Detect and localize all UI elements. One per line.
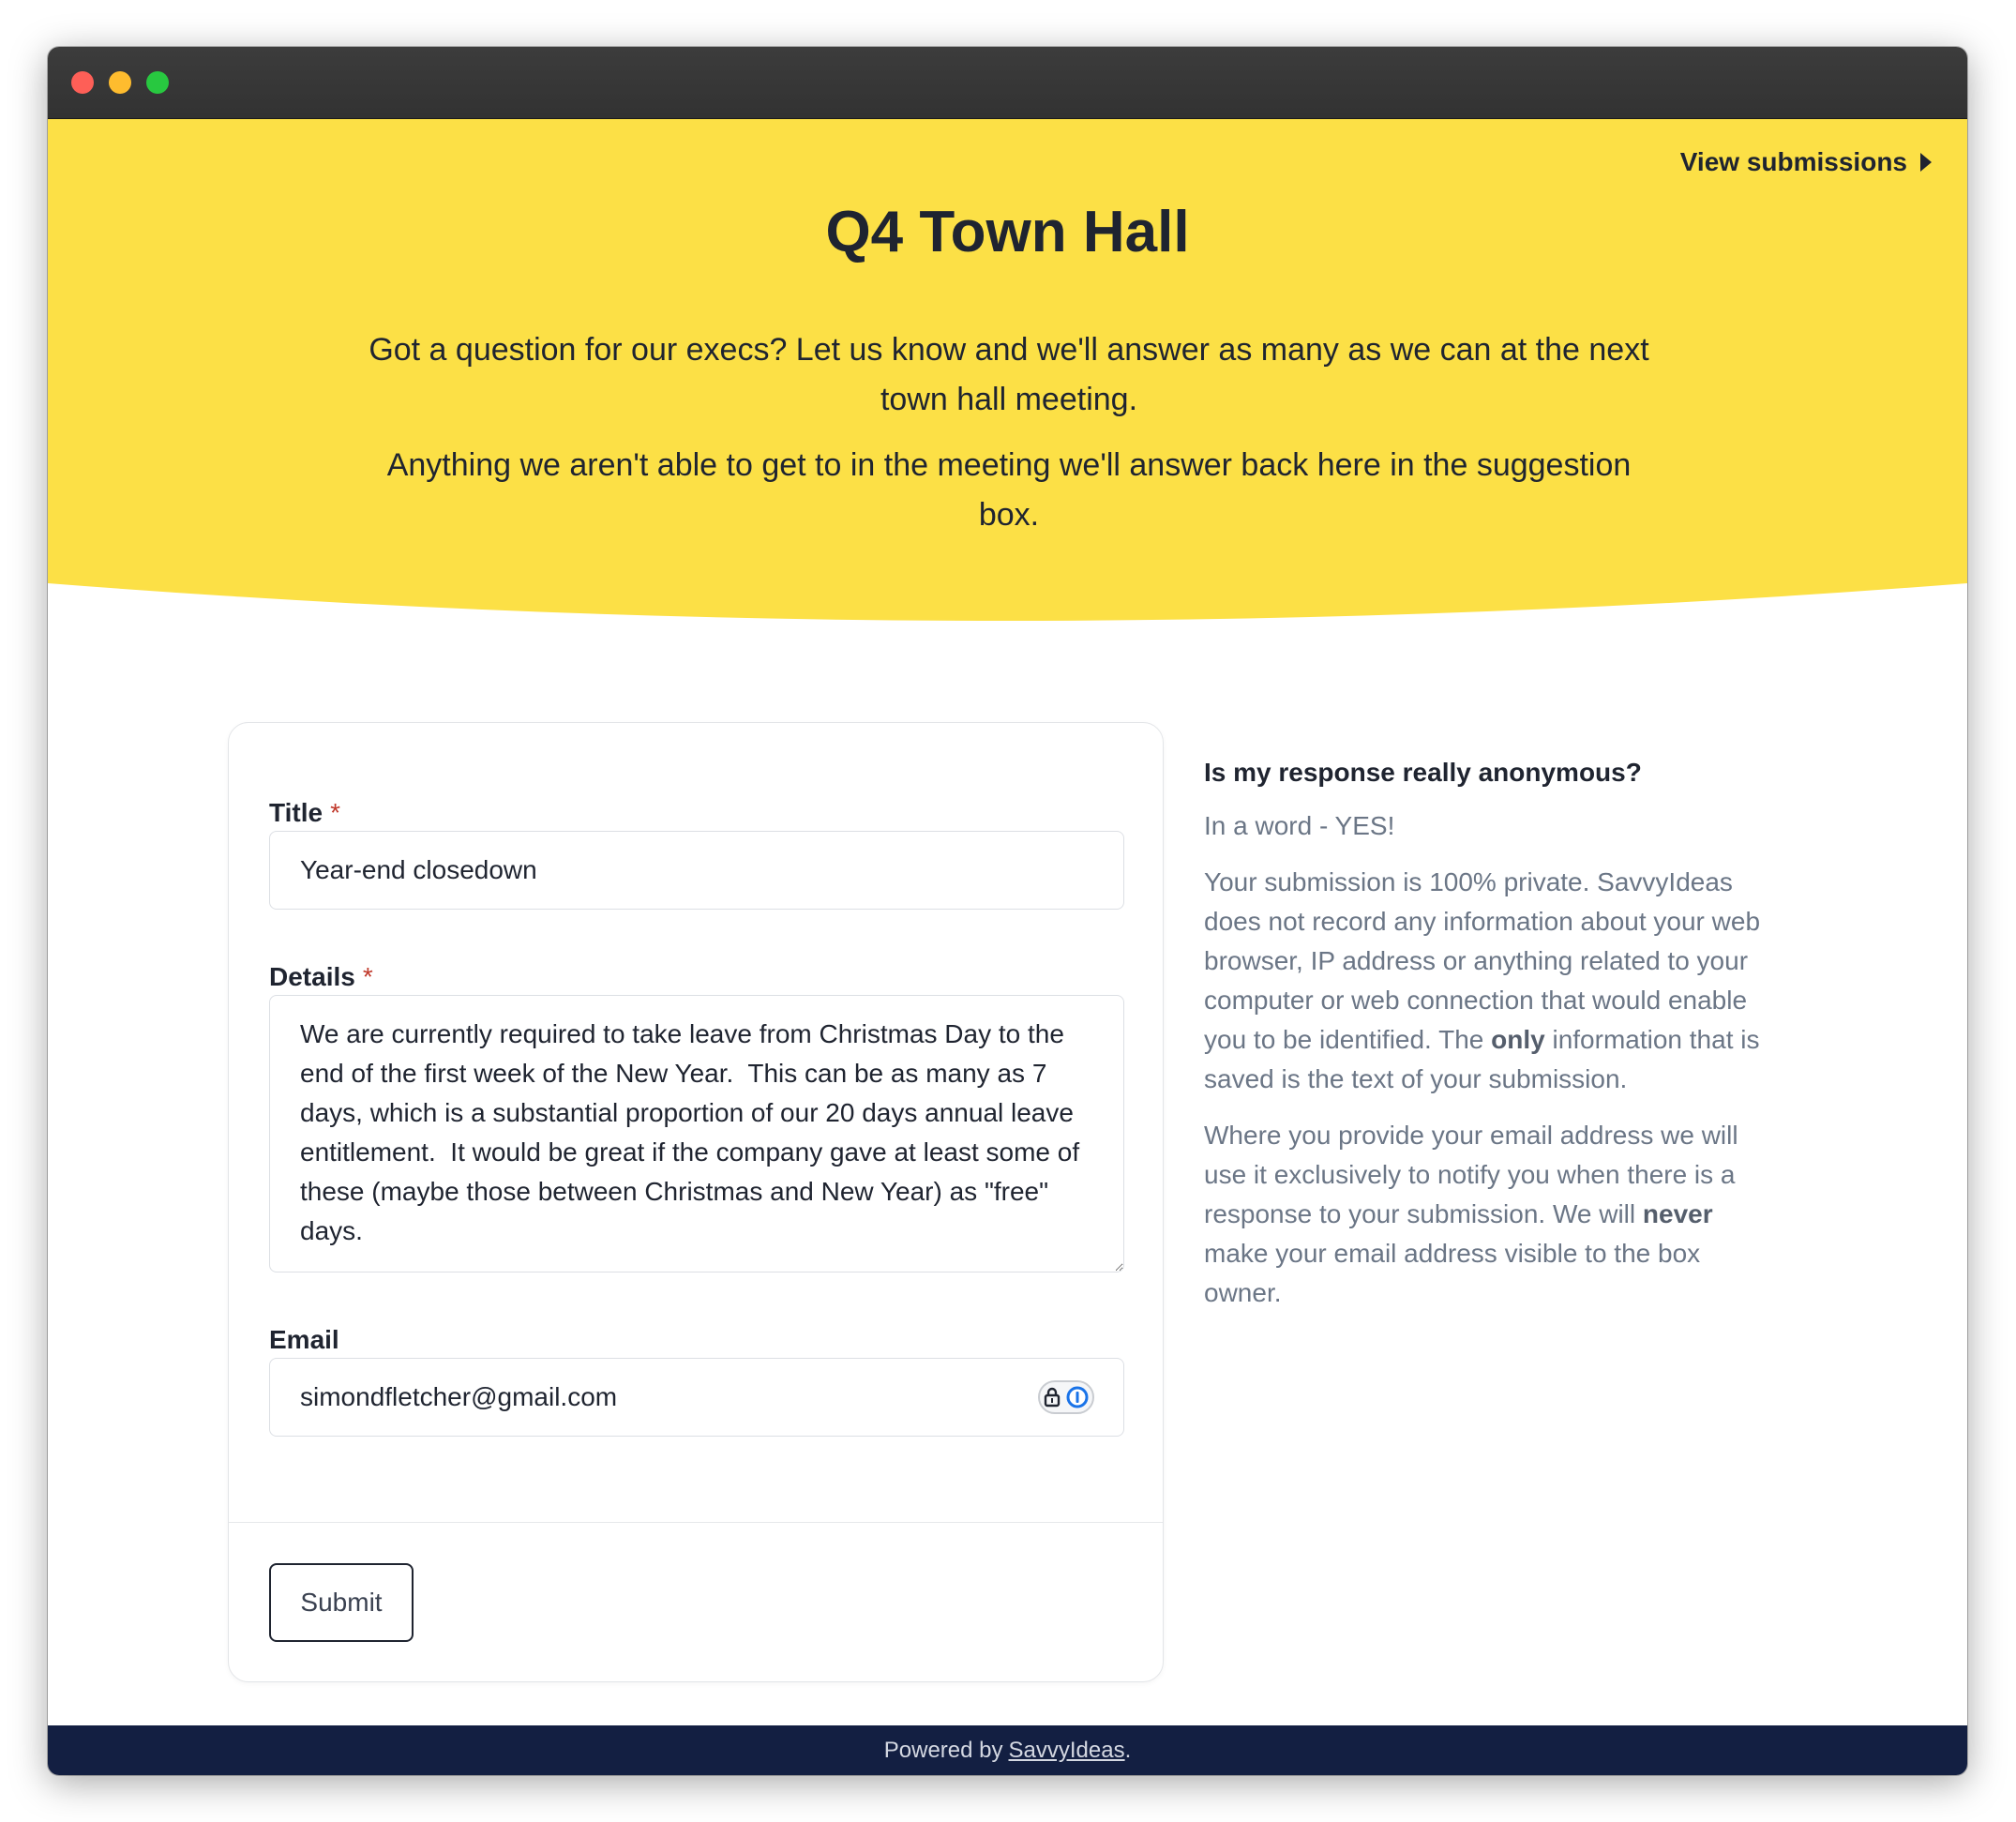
p1-emphasis: only	[1491, 1025, 1545, 1054]
view-submissions-label: View submissions	[1679, 147, 1907, 176]
details-textarea[interactable]: We are currently required to take leave …	[269, 995, 1124, 1272]
anonymity-paragraph-2: Where you provide your email address we …	[1204, 1116, 1767, 1313]
savvyideas-link[interactable]: SavvyIdeas	[1009, 1738, 1125, 1764]
anonymity-heading: Is my response really anonymous?	[1204, 758, 1642, 787]
required-marker: *	[362, 962, 373, 991]
lock-icon	[1044, 1387, 1061, 1408]
anonymity-short-answer: In a word - YES!	[1204, 811, 1395, 840]
close-window-button[interactable]	[71, 71, 94, 94]
hero-description: Got a question for our execs? Let us kno…	[357, 325, 1661, 556]
submit-button[interactable]: Submit	[269, 1563, 414, 1642]
minimize-window-button[interactable]	[109, 71, 131, 94]
p2-text-b: make your email address visible to the b…	[1204, 1239, 1701, 1307]
password-manager-icon[interactable]	[1038, 1380, 1094, 1414]
required-marker: *	[330, 798, 340, 827]
anonymity-info: Is my response really anonymous? In a wo…	[1204, 758, 1767, 1330]
email-input[interactable]	[269, 1358, 1124, 1437]
email-field-wrapper	[229, 1358, 1163, 1437]
window-titlebar	[48, 47, 1967, 119]
details-label: Details *	[269, 962, 373, 992]
footer-prefix: Powered by	[883, 1737, 1003, 1763]
browser-window: View submissions Q4 Town Hall Got a ques…	[48, 47, 1967, 1775]
email-label: Email	[269, 1325, 339, 1355]
anonymity-paragraph-1: Your submission is 100% private. SavvyId…	[1204, 863, 1767, 1099]
page-footer: Powered by SavvyIdeas .	[48, 1725, 1967, 1775]
title-label-text: Title	[269, 798, 323, 827]
title-label: Title *	[269, 798, 340, 828]
p2-emphasis: never	[1642, 1199, 1713, 1228]
form-divider	[229, 1522, 1163, 1523]
email-label-text: Email	[269, 1325, 339, 1354]
intro-paragraph-2: Anything we aren't able to get to in the…	[386, 447, 1632, 533]
submission-form: Title* Details* We are currently require…	[228, 722, 1164, 1682]
intro-paragraph-1: Got a question for our execs? Let us kno…	[369, 332, 1649, 417]
footer-suffix: .	[1124, 1737, 1132, 1763]
maximize-window-button[interactable]	[146, 71, 169, 94]
hero-banner: View submissions Q4 Town Hall Got a ques…	[48, 119, 1967, 625]
details-label-text: Details	[269, 962, 355, 991]
info-key-icon	[1066, 1386, 1089, 1408]
page-title: Q4 Town Hall	[825, 200, 1190, 264]
caret-right-icon	[1920, 153, 1932, 172]
view-submissions-link[interactable]: View submissions	[1680, 147, 1932, 177]
title-input[interactable]	[269, 831, 1124, 910]
